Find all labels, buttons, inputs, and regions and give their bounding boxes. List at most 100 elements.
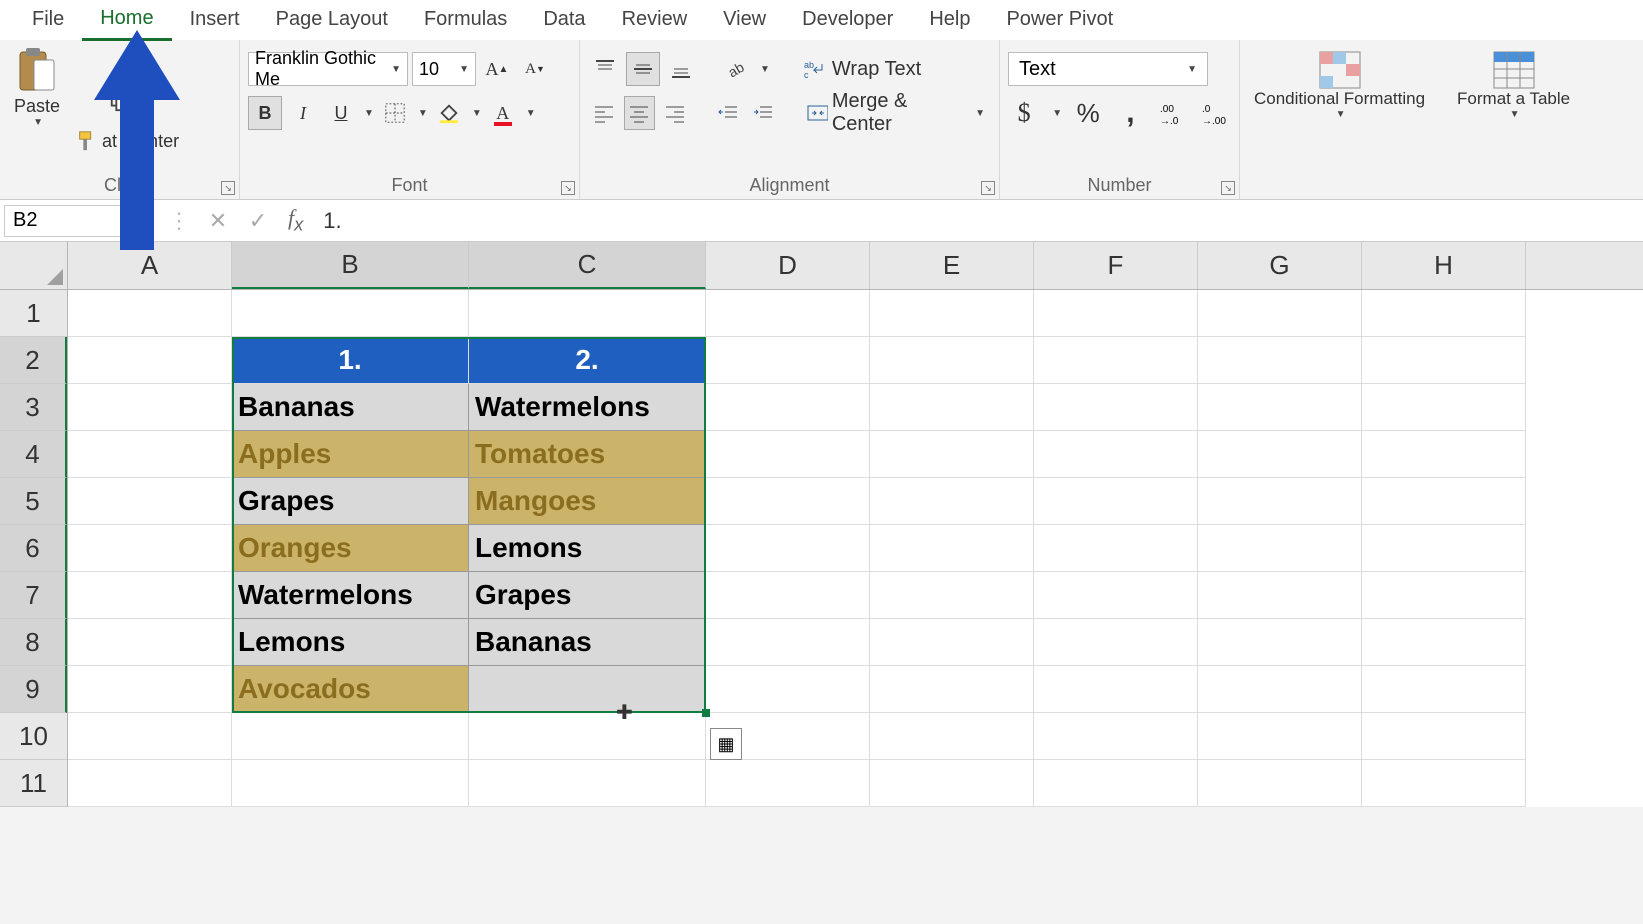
cell-C8[interactable]: Bananas <box>469 619 706 666</box>
italic-button[interactable]: I <box>286 96 320 130</box>
col-header-D[interactable]: D <box>706 242 870 289</box>
tab-power-pivot[interactable]: Power Pivot <box>988 0 1131 39</box>
cell-C9[interactable] <box>469 666 706 713</box>
fx-icon[interactable]: fx <box>288 205 303 235</box>
cell-B7[interactable]: Watermelons <box>232 572 469 619</box>
orientation-button[interactable]: ab <box>720 52 754 86</box>
cell-B4[interactable]: Apples <box>232 431 469 478</box>
select-all-button[interactable] <box>0 242 68 289</box>
cell-B9[interactable]: Avocados <box>232 666 469 713</box>
tab-formulas[interactable]: Formulas <box>406 0 525 39</box>
row-header-2[interactable]: 2 <box>0 337 67 384</box>
cell-C3[interactable]: Watermelons <box>469 384 706 431</box>
tab-insert[interactable]: Insert <box>172 0 258 39</box>
cut-button[interactable] <box>70 44 185 78</box>
tab-file[interactable]: File <box>14 0 82 39</box>
underline-button[interactable]: U <box>324 96 358 130</box>
conditional-formatting-button[interactable]: Conditional Formatting▼ <box>1248 48 1431 122</box>
chevron-down-icon[interactable]: ▼ <box>1510 109 1520 120</box>
formula-input[interactable]: 1. <box>313 208 1643 234</box>
row-header-7[interactable]: 7 <box>0 572 67 619</box>
font-launcher-icon[interactable]: ↘ <box>561 181 575 195</box>
align-left-button[interactable] <box>588 96 620 130</box>
align-top-button[interactable] <box>588 52 622 86</box>
name-box[interactable]: B2▼ <box>4 205 154 237</box>
chevron-down-icon[interactable]: ▼ <box>418 108 428 119</box>
cells[interactable]: 1. 2. Bananas Watermelons Apples Tomatoe… <box>68 290 1526 807</box>
decrease-font-button[interactable]: A▼ <box>518 52 552 86</box>
fill-handle[interactable] <box>702 709 710 717</box>
accounting-format-button[interactable]: $ <box>1008 96 1040 130</box>
cell-C5[interactable]: Mangoes <box>469 478 706 525</box>
cell-B8[interactable]: Lemons <box>232 619 469 666</box>
row-header-6[interactable]: 6 <box>0 525 67 572</box>
chevron-down-icon[interactable]: ▼ <box>1336 109 1346 120</box>
tab-view[interactable]: View <box>705 0 784 39</box>
align-bottom-button[interactable] <box>664 52 698 86</box>
merge-center-button[interactable]: Merge & Center ▼ <box>800 96 991 130</box>
chevron-down-icon[interactable]: ▼ <box>135 215 145 226</box>
chevron-down-icon[interactable]: ▼ <box>137 96 147 107</box>
format-painter-button[interactable]: at Painter <box>70 124 185 158</box>
align-right-button[interactable] <box>659 96 691 130</box>
format-as-table-button[interactable]: Format a Table▼ <box>1451 48 1576 122</box>
font-size-select[interactable]: 10▼ <box>412 52 476 86</box>
tab-data[interactable]: Data <box>525 0 603 39</box>
increase-decimal-button[interactable]: .00→.0 <box>1157 96 1189 130</box>
cell-C6[interactable]: Lemons <box>469 525 706 572</box>
cell-B2[interactable]: 1. <box>232 337 469 384</box>
decrease-indent-button[interactable] <box>712 96 744 130</box>
col-header-F[interactable]: F <box>1034 242 1198 289</box>
increase-indent-button[interactable] <box>747 96 779 130</box>
chevron-down-icon[interactable]: ▼ <box>760 64 770 75</box>
row-header-4[interactable]: 4 <box>0 431 67 478</box>
row-header-3[interactable]: 3 <box>0 384 67 431</box>
col-header-E[interactable]: E <box>870 242 1034 289</box>
cell-B3[interactable]: Bananas <box>232 384 469 431</box>
tab-help[interactable]: Help <box>911 0 988 39</box>
increase-font-button[interactable]: A▲ <box>480 52 514 86</box>
decrease-decimal-button[interactable]: .0→.00 <box>1199 96 1231 130</box>
chevron-down-icon[interactable]: ▼ <box>391 64 401 75</box>
paste-button[interactable]: Paste ▼ <box>8 44 66 130</box>
tab-developer[interactable]: Developer <box>784 0 911 39</box>
chevron-down-icon[interactable]: ▼ <box>1052 108 1062 119</box>
tab-home[interactable]: Home <box>82 0 171 41</box>
tab-review[interactable]: Review <box>604 0 706 39</box>
row-header-10[interactable]: 10 <box>0 713 67 760</box>
borders-button[interactable] <box>378 96 412 130</box>
align-center-button[interactable] <box>624 96 656 130</box>
chevron-down-icon[interactable]: ▼ <box>33 117 43 128</box>
cell-C7[interactable]: Grapes <box>469 572 706 619</box>
quick-analysis-button[interactable]: ▦ <box>710 728 742 760</box>
copy-button[interactable]: ▼ <box>70 84 185 118</box>
chevron-down-icon[interactable]: ▼ <box>526 108 536 119</box>
row-header-5[interactable]: 5 <box>0 478 67 525</box>
cell-B6[interactable]: Oranges <box>232 525 469 572</box>
cell-C2[interactable]: 2. <box>469 337 706 384</box>
font-family-select[interactable]: Franklin Gothic Me▼ <box>248 52 408 86</box>
row-header-1[interactable]: 1 <box>0 290 67 337</box>
alignment-launcher-icon[interactable]: ↘ <box>981 181 995 195</box>
number-launcher-icon[interactable]: ↘ <box>1221 181 1235 195</box>
cancel-formula-button[interactable]: ✕ <box>198 200 238 241</box>
align-middle-button[interactable] <box>626 52 660 86</box>
col-header-H[interactable]: H <box>1362 242 1526 289</box>
tab-page-layout[interactable]: Page Layout <box>258 0 406 39</box>
number-format-select[interactable]: Text▼ <box>1008 52 1208 86</box>
comma-format-button[interactable]: , <box>1114 96 1146 130</box>
chevron-down-icon[interactable]: ▼ <box>459 64 469 75</box>
cell-B5[interactable]: Grapes <box>232 478 469 525</box>
chevron-down-icon[interactable]: ▼ <box>364 108 374 119</box>
row-header-8[interactable]: 8 <box>0 619 67 666</box>
fill-color-button[interactable] <box>432 96 466 130</box>
col-header-B[interactable]: B <box>232 242 469 289</box>
col-header-G[interactable]: G <box>1198 242 1362 289</box>
row-header-9[interactable]: 9 <box>0 666 67 713</box>
cell-C4[interactable]: Tomatoes <box>469 431 706 478</box>
col-header-C[interactable]: C <box>469 242 706 289</box>
wrap-text-button[interactable]: abc Wrap Text <box>798 52 927 86</box>
bold-button[interactable]: B <box>248 96 282 130</box>
chevron-down-icon[interactable]: ▼ <box>1187 64 1197 75</box>
chevron-down-icon[interactable]: ▼ <box>975 108 985 119</box>
